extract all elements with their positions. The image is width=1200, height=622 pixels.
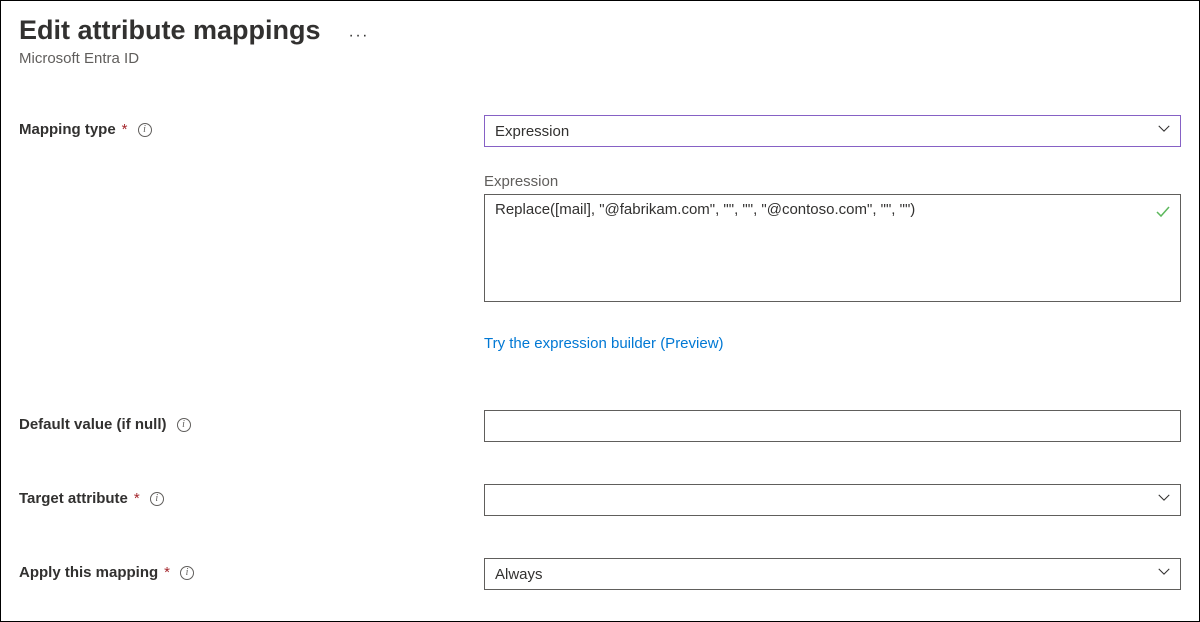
apply-mapping-label: Apply this mapping [19,564,158,581]
mapping-type-select-wrap: Expression [484,115,1181,147]
mapping-type-label-col: Mapping type * i [19,115,484,138]
expression-builder-link[interactable]: Try the expression builder (Preview) [484,335,1181,352]
default-value-row: Default value (if null) i [19,410,1181,442]
apply-mapping-label-col: Apply this mapping * i [19,558,484,581]
page-title: Edit attribute mappings [19,15,321,46]
mapping-type-label: Mapping type [19,121,116,138]
default-value-input-col [484,410,1181,442]
info-icon[interactable]: i [177,418,191,432]
more-icon[interactable]: ··· [349,27,369,45]
target-attribute-row: Target attribute * i [19,484,1181,516]
apply-mapping-select[interactable]: Always [484,558,1181,590]
required-asterisk: * [134,490,140,507]
target-attribute-select-wrap [484,484,1181,516]
apply-mapping-row: Apply this mapping * i Always [19,558,1181,590]
required-asterisk: * [122,121,128,138]
page-header: Edit attribute mappings ··· [19,15,1181,46]
mapping-type-value: Expression [495,123,569,140]
expression-sublabel: Expression [484,173,1181,190]
page-subtitle: Microsoft Entra ID [19,50,1181,67]
expression-textarea[interactable] [484,194,1181,302]
target-attribute-input-col [484,484,1181,516]
target-attribute-label-col: Target attribute * i [19,484,484,507]
required-asterisk: * [164,564,170,581]
apply-mapping-select-wrap: Always [484,558,1181,590]
target-attribute-label: Target attribute [19,490,128,507]
mapping-type-select[interactable]: Expression [484,115,1181,147]
default-value-input[interactable] [484,410,1181,442]
default-value-label-col: Default value (if null) i [19,410,484,433]
info-icon[interactable]: i [150,492,164,506]
expression-textarea-wrap [484,194,1181,307]
default-value-label: Default value (if null) [19,416,167,433]
mapping-type-row: Mapping type * i Expression Expression T… [19,115,1181,396]
check-icon [1155,204,1171,225]
info-icon[interactable]: i [138,123,152,137]
mapping-type-input-col: Expression Expression Try the expression… [484,115,1181,396]
info-icon[interactable]: i [180,566,194,580]
target-attribute-select[interactable] [484,484,1181,516]
apply-mapping-input-col: Always [484,558,1181,590]
apply-mapping-value: Always [495,566,543,583]
